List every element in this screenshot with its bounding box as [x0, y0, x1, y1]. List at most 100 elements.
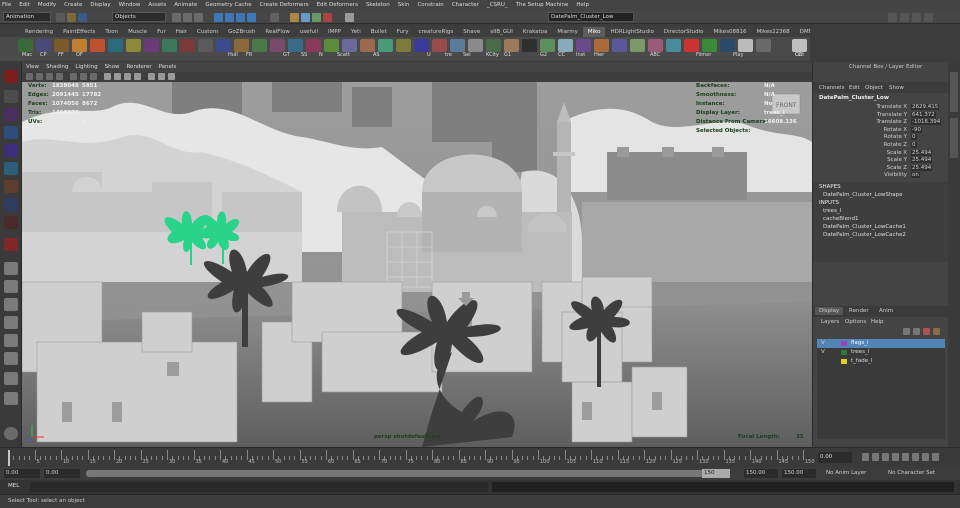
shelf-tab-siib-gui[interactable]: sIIB_GUI: [485, 27, 518, 37]
menu-constrain[interactable]: Constrain: [417, 2, 443, 8]
textured-icon[interactable]: [124, 73, 131, 80]
layout-four-icon[interactable]: [4, 280, 18, 293]
channel-attr-value[interactable]: on: [911, 172, 920, 179]
menu-channels[interactable]: Channels: [819, 85, 844, 91]
start-time-field[interactable]: 0.00: [4, 469, 40, 478]
move-tool-icon[interactable]: [4, 126, 18, 139]
go-to-end-icon[interactable]: [932, 453, 939, 461]
shelf-tool-icon[interactable]: [198, 39, 213, 52]
layout-render-icon[interactable]: [4, 392, 18, 405]
channel-attr-value[interactable]: 2629.415: [911, 104, 940, 110]
shelf-tab-hdrlightstudio[interactable]: HDRLightStudio: [605, 27, 658, 37]
playback-end-field[interactable]: 150.00: [744, 469, 778, 478]
shelf-tool-icon[interactable]: [522, 39, 537, 52]
layer-up-icon[interactable]: [903, 328, 910, 335]
layer-row[interactable]: t_fade_l: [817, 357, 945, 366]
channel-attr-value[interactable]: 0: [911, 142, 917, 148]
shelf-tab-mikes22368[interactable]: Mikes22368: [752, 27, 795, 37]
shelf-tool-icon[interactable]: [144, 39, 159, 52]
menu-create[interactable]: Create: [64, 2, 82, 8]
panel-menu-panels[interactable]: Panels: [159, 64, 177, 70]
layout-graph-icon[interactable]: [4, 352, 18, 365]
shelf-tab-creaturerigs[interactable]: creatureRigs: [413, 27, 458, 37]
range-end-handle[interactable]: 150: [702, 469, 730, 478]
select-object-icon[interactable]: [183, 13, 192, 22]
grid-toggle-icon[interactable]: [70, 73, 77, 80]
layer-color-swatch[interactable]: [841, 350, 847, 355]
shelf-tool-icon[interactable]: [666, 39, 681, 52]
shelf-tool-icon[interactable]: [504, 39, 519, 52]
shelf-tool-icon[interactable]: [378, 39, 393, 52]
attribute-editor-icon[interactable]: [888, 13, 897, 22]
menu-window[interactable]: Window: [119, 2, 141, 8]
shape-item[interactable]: DatePalm_Cluster_LowShape: [823, 192, 903, 198]
selection-mask-dropdown[interactable]: Objects: [112, 12, 166, 22]
xray-icon[interactable]: [168, 73, 175, 80]
shelf-tool-icon[interactable]: [288, 39, 303, 52]
shelf-tab-shave[interactable]: Shave: [458, 27, 485, 37]
shelf-tool-icon[interactable]: [54, 39, 69, 52]
shelf-tab-muscle[interactable]: Muscle: [123, 27, 152, 37]
shelf-tool-icon[interactable]: [306, 39, 321, 52]
shelf-tab-dmm[interactable]: DMM: [795, 27, 810, 37]
channel-attr-value[interactable]: -90: [911, 126, 922, 133]
shelf-tool-icon[interactable]: [360, 39, 375, 52]
shelf-tab-painteffects[interactable]: PaintEffects: [58, 27, 100, 37]
layer-down-icon[interactable]: [913, 328, 920, 335]
shelf-tool-icon[interactable]: [234, 39, 249, 52]
shelf-tab-miarmy[interactable]: Miarmy: [552, 27, 582, 37]
panel-menu-show[interactable]: Show: [105, 64, 120, 70]
shelf-tool-icon[interactable]: [432, 39, 447, 52]
anim-layer-dropdown[interactable]: No Anim Layer: [824, 469, 874, 478]
outliner-toggle-icon[interactable]: [924, 13, 933, 22]
bookmark-icon[interactable]: [46, 73, 53, 80]
shelf-tool-icon[interactable]: [684, 39, 699, 52]
layer-visibility-toggle[interactable]: V: [821, 349, 825, 355]
image-plane-icon[interactable]: [56, 73, 63, 80]
snap-surface-icon[interactable]: [247, 13, 256, 22]
channel-attr-value[interactable]: 0: [911, 134, 917, 141]
new-layer-icon[interactable]: [923, 328, 930, 335]
input-item[interactable]: DatePalm_Cluster_LowCache2: [823, 232, 906, 238]
panel-menu-shading[interactable]: Shading: [46, 64, 68, 70]
menu-edit[interactable]: Edit: [849, 85, 860, 91]
shelf-tool-icon[interactable]: [324, 39, 339, 52]
new-scene-icon[interactable]: [56, 13, 65, 22]
menu-options[interactable]: Options: [845, 319, 866, 325]
shelf-tool-icon[interactable]: [90, 39, 105, 52]
menu-skeleton[interactable]: Skeleton: [366, 2, 390, 8]
tab-display[interactable]: Display: [815, 307, 844, 315]
tab-render[interactable]: Render: [849, 308, 869, 314]
shelf-tab-fur[interactable]: Fur: [152, 27, 171, 37]
panel-menu-lighting[interactable]: Lighting: [75, 64, 97, 70]
step-forward-icon[interactable]: [922, 453, 929, 461]
shelf-tab-toon[interactable]: Toon: [100, 27, 123, 37]
shelf-tool-icon[interactable]: [126, 39, 141, 52]
shelf-tool-icon[interactable]: [594, 39, 609, 52]
menu-object[interactable]: Object: [865, 85, 883, 91]
rotate-tool-icon[interactable]: [4, 144, 18, 157]
menu-show[interactable]: Show: [889, 85, 904, 91]
shelf-tool-icon[interactable]: [36, 39, 51, 52]
time-slider[interactable]: 5 10 15 20 25 30 35 40 45 50 55 60 65 70 75 80 85 90 95 100…: [0, 447, 960, 467]
input-line-mode-icon[interactable]: [345, 13, 354, 22]
layout-outliner-icon[interactable]: [4, 334, 18, 347]
shelf-tab-usefull[interactable]: usefull: [295, 27, 323, 37]
playback-start-field[interactable]: 0.00: [44, 469, 80, 478]
perspective-viewport[interactable]: FRONT Verts: Edges: Faces: Tris: UVs: 18…: [22, 82, 812, 447]
wireframe-icon[interactable]: [104, 73, 111, 80]
input-item[interactable]: trees_l: [823, 208, 841, 214]
shelf-tool-icon[interactable]: [720, 39, 735, 52]
shelf-tool-icon[interactable]: [792, 39, 807, 52]
lasso-tool-icon[interactable]: [4, 90, 18, 103]
paint-select-icon[interactable]: [4, 108, 18, 121]
layer-row[interactable]: Vtrees_l: [817, 348, 945, 357]
menu-animate[interactable]: Animate: [174, 2, 197, 8]
shelf-tool-icon[interactable]: [216, 39, 231, 52]
history-icon[interactable]: [270, 13, 279, 22]
shelf-tab-miko[interactable]: Miko: [582, 27, 606, 37]
shelf-tab-impp[interactable]: IMPP: [323, 27, 346, 37]
layer-visibility-toggle[interactable]: V: [821, 340, 825, 346]
render-settings-icon[interactable]: [312, 13, 321, 22]
shelf-tool-icon[interactable]: [630, 39, 645, 52]
